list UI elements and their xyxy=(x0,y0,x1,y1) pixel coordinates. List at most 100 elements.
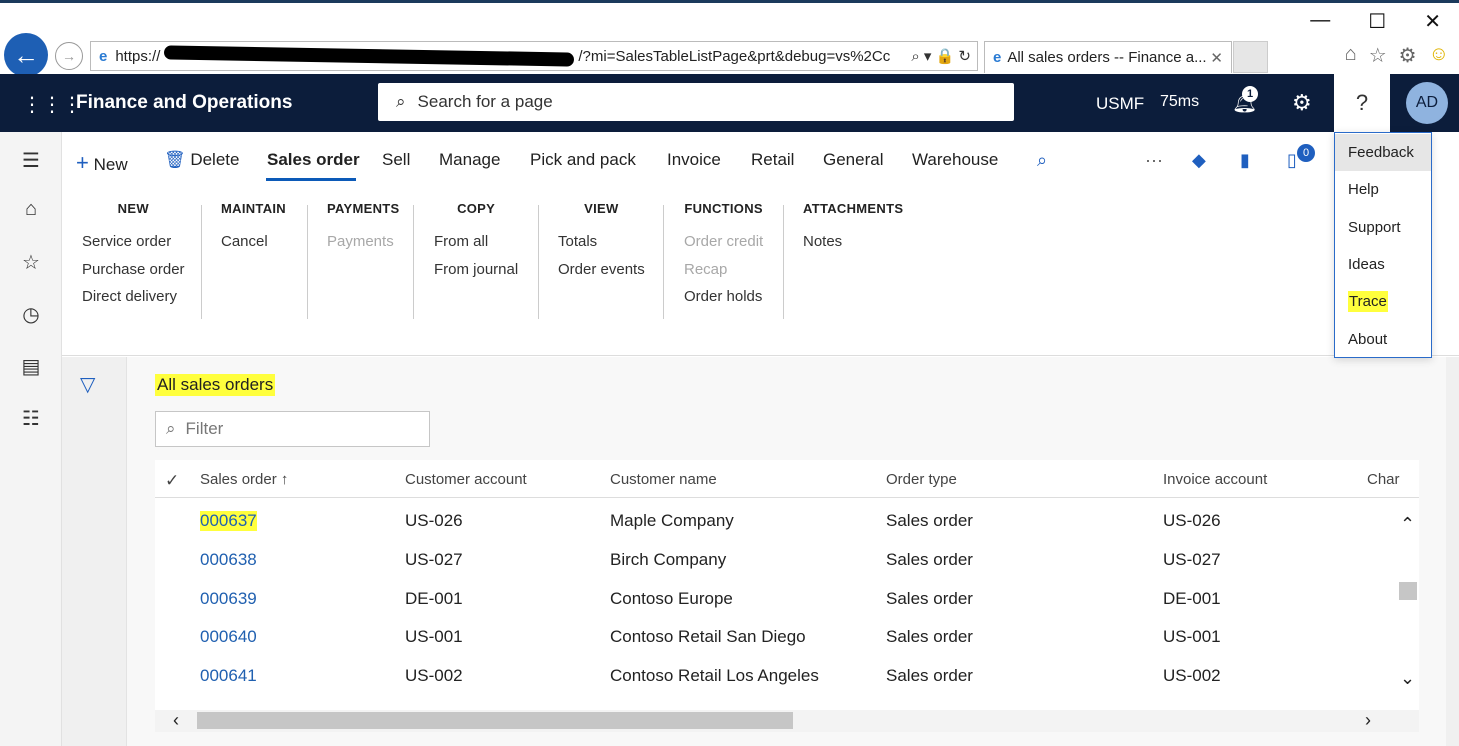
column-order-type[interactable]: Order type xyxy=(886,471,957,488)
address-bar-icons[interactable]: ⌕ ▾ 🔒 ↻ xyxy=(911,47,971,65)
minimize-button[interactable]: — xyxy=(1310,9,1330,34)
scroll-up-icon[interactable]: ⌃ xyxy=(1400,514,1415,535)
close-window-button[interactable]: ✕ xyxy=(1424,9,1441,34)
company-picker[interactable]: USMF xyxy=(1096,94,1144,114)
trace-label: Trace xyxy=(1348,291,1388,312)
scroll-right-icon[interactable]: › xyxy=(1365,710,1371,731)
horizontal-scrollbar[interactable]: ‹ › xyxy=(155,710,1419,732)
modules-list-icon[interactable]: ☷ xyxy=(0,406,62,431)
recap-button[interactable]: Recap xyxy=(684,256,763,284)
help-button[interactable]: ? xyxy=(1334,74,1390,132)
purchase-order-button[interactable]: Purchase order xyxy=(82,256,185,284)
sales-order-link[interactable]: 000640 xyxy=(200,627,257,647)
tab-retail[interactable]: Retail xyxy=(751,150,794,170)
home-nav-icon[interactable]: ⌂ xyxy=(0,198,62,221)
maximize-button[interactable]: ☐ xyxy=(1368,9,1386,34)
favorites-star-icon[interactable]: ☆ xyxy=(1369,43,1387,68)
column-customer-account[interactable]: Customer account xyxy=(405,471,527,488)
tab-close-icon[interactable]: ✕ xyxy=(1210,49,1223,67)
select-all-checkmark-icon[interactable]: ✓ xyxy=(165,471,179,491)
favorites-nav-icon[interactable]: ☆ xyxy=(0,250,62,275)
filter-input[interactable]: ⌕ Filter xyxy=(155,411,430,447)
settings-gear-icon[interactable]: ⚙ xyxy=(1399,43,1417,68)
office-icon[interactable]: ▮ xyxy=(1240,150,1250,171)
power-apps-icon[interactable]: ◆ xyxy=(1192,150,1206,171)
table-row[interactable]: 000639 DE-001 Contoso Europe Sales order… xyxy=(155,580,1395,618)
browser-toolbar-icons: ⌂ ☆ ⚙ ☺ xyxy=(1345,43,1449,68)
tab-pick-and-pack[interactable]: Pick and pack xyxy=(530,150,636,170)
browser-tab[interactable]: e All sales orders -- Finance a... ✕ xyxy=(984,41,1232,73)
waffle-menu-icon[interactable]: ⋮⋮⋮ xyxy=(22,92,82,117)
from-all-button[interactable]: From all xyxy=(434,228,518,256)
forward-arrow-icon[interactable]: → xyxy=(55,42,83,70)
table-row[interactable]: 000637 US-026 Maple Company Sales order … xyxy=(155,502,1395,540)
table-row[interactable]: 000641 US-002 Contoso Retail Los Angeles… xyxy=(155,657,1395,695)
cancel-button[interactable]: Cancel xyxy=(221,228,286,256)
menu-item-support[interactable]: Support xyxy=(1335,209,1431,246)
workspaces-icon[interactable]: ▤ xyxy=(0,354,62,379)
menu-item-feedback[interactable]: Feedback xyxy=(1335,134,1431,171)
ie-tab-icon: e xyxy=(993,49,1002,66)
scroll-down-icon[interactable]: ⌄ xyxy=(1400,668,1415,689)
ribbon-group-payments: PAYMENTS Payments xyxy=(327,201,399,256)
tab-warehouse[interactable]: Warehouse xyxy=(912,150,998,170)
column-char[interactable]: Char xyxy=(1367,471,1400,488)
menu-item-about[interactable]: About xyxy=(1335,321,1431,358)
order-holds-button[interactable]: Order holds xyxy=(684,283,763,311)
address-bar[interactable]: e https:// /?mi=SalesTableListPage&prt&d… xyxy=(90,41,978,71)
tab-general[interactable]: General xyxy=(823,150,883,170)
totals-button[interactable]: Totals xyxy=(558,228,645,256)
filter-placeholder: Filter xyxy=(185,419,224,438)
tab-sales-order[interactable]: Sales order xyxy=(267,150,360,170)
notes-button[interactable]: Notes xyxy=(803,228,903,256)
tab-invoice[interactable]: Invoice xyxy=(667,150,721,170)
menu-item-ideas[interactable]: Ideas xyxy=(1335,246,1431,283)
recent-clock-icon[interactable]: ◷ xyxy=(0,302,62,327)
settings-icon[interactable]: ⚙ xyxy=(1292,90,1312,116)
filter-funnel-icon[interactable]: ▽ xyxy=(80,372,95,397)
sales-order-link[interactable]: 000638 xyxy=(200,550,257,570)
scroll-left-icon[interactable]: ‹ xyxy=(173,710,179,731)
scroll-thumb[interactable] xyxy=(1399,582,1417,600)
more-options-icon[interactable]: ··· xyxy=(1145,150,1163,171)
service-order-button[interactable]: Service order xyxy=(82,228,185,256)
horizontal-scroll-thumb[interactable] xyxy=(197,712,793,729)
left-navigation: ☰ ⌂ ☆ ◷ ▤ ☷ xyxy=(0,132,62,746)
back-arrow-icon[interactable]: ← xyxy=(4,33,48,77)
order-credit-button[interactable]: Order credit xyxy=(684,228,763,256)
avatar[interactable]: AD xyxy=(1406,82,1448,124)
from-journal-button[interactable]: From journal xyxy=(434,256,518,284)
bell-icon[interactable]: 🔔︎ 1 xyxy=(1232,86,1258,115)
sales-order-link[interactable]: 000639 xyxy=(200,589,257,609)
tab-manage[interactable]: Manage xyxy=(439,150,500,170)
hamburger-menu-icon[interactable]: ☰ xyxy=(0,148,62,173)
ribbon-group-new: NEW Service order Purchase order Direct … xyxy=(82,201,185,311)
payments-button[interactable]: Payments xyxy=(327,228,399,256)
search-box[interactable]: ⌕ Search for a page xyxy=(378,83,1014,121)
direct-delivery-button[interactable]: Direct delivery xyxy=(82,283,185,311)
home-icon[interactable]: ⌂ xyxy=(1345,43,1357,68)
sales-order-link[interactable]: 000641 xyxy=(200,666,257,686)
delete-button[interactable]: 🗑︎ Delete xyxy=(164,150,239,170)
customer-account-cell: US-027 xyxy=(405,550,463,569)
attachments-icon[interactable]: ▯ xyxy=(1287,150,1297,171)
attachment-counter: 0 xyxy=(1297,144,1315,162)
column-invoice-account[interactable]: Invoice account xyxy=(1163,471,1267,488)
action-search-icon[interactable]: ⌕ xyxy=(1037,150,1047,171)
new-button[interactable]: + New xyxy=(76,150,128,176)
order-events-button[interactable]: Order events xyxy=(558,256,645,284)
smiley-icon[interactable]: ☺ xyxy=(1429,43,1449,68)
column-sales-order[interactable]: Sales order ↑ xyxy=(200,471,288,488)
tab-sell[interactable]: Sell xyxy=(382,150,410,170)
table-row[interactable]: 000640 US-001 Contoso Retail San Diego S… xyxy=(155,618,1395,656)
ribbon-divider xyxy=(307,205,308,319)
search-placeholder: Search for a page xyxy=(417,92,553,111)
vertical-scrollbar[interactable]: ⌃ ⌄ xyxy=(1397,498,1419,710)
menu-item-help[interactable]: Help xyxy=(1335,171,1431,208)
menu-item-trace[interactable]: Trace xyxy=(1335,283,1431,320)
sales-order-link[interactable]: 000637 xyxy=(200,511,257,531)
new-tab-button[interactable] xyxy=(1233,41,1268,73)
redaction-scribble xyxy=(164,45,575,67)
table-row[interactable]: 000638 US-027 Birch Company Sales order … xyxy=(155,541,1395,579)
column-customer-name[interactable]: Customer name xyxy=(610,471,717,488)
